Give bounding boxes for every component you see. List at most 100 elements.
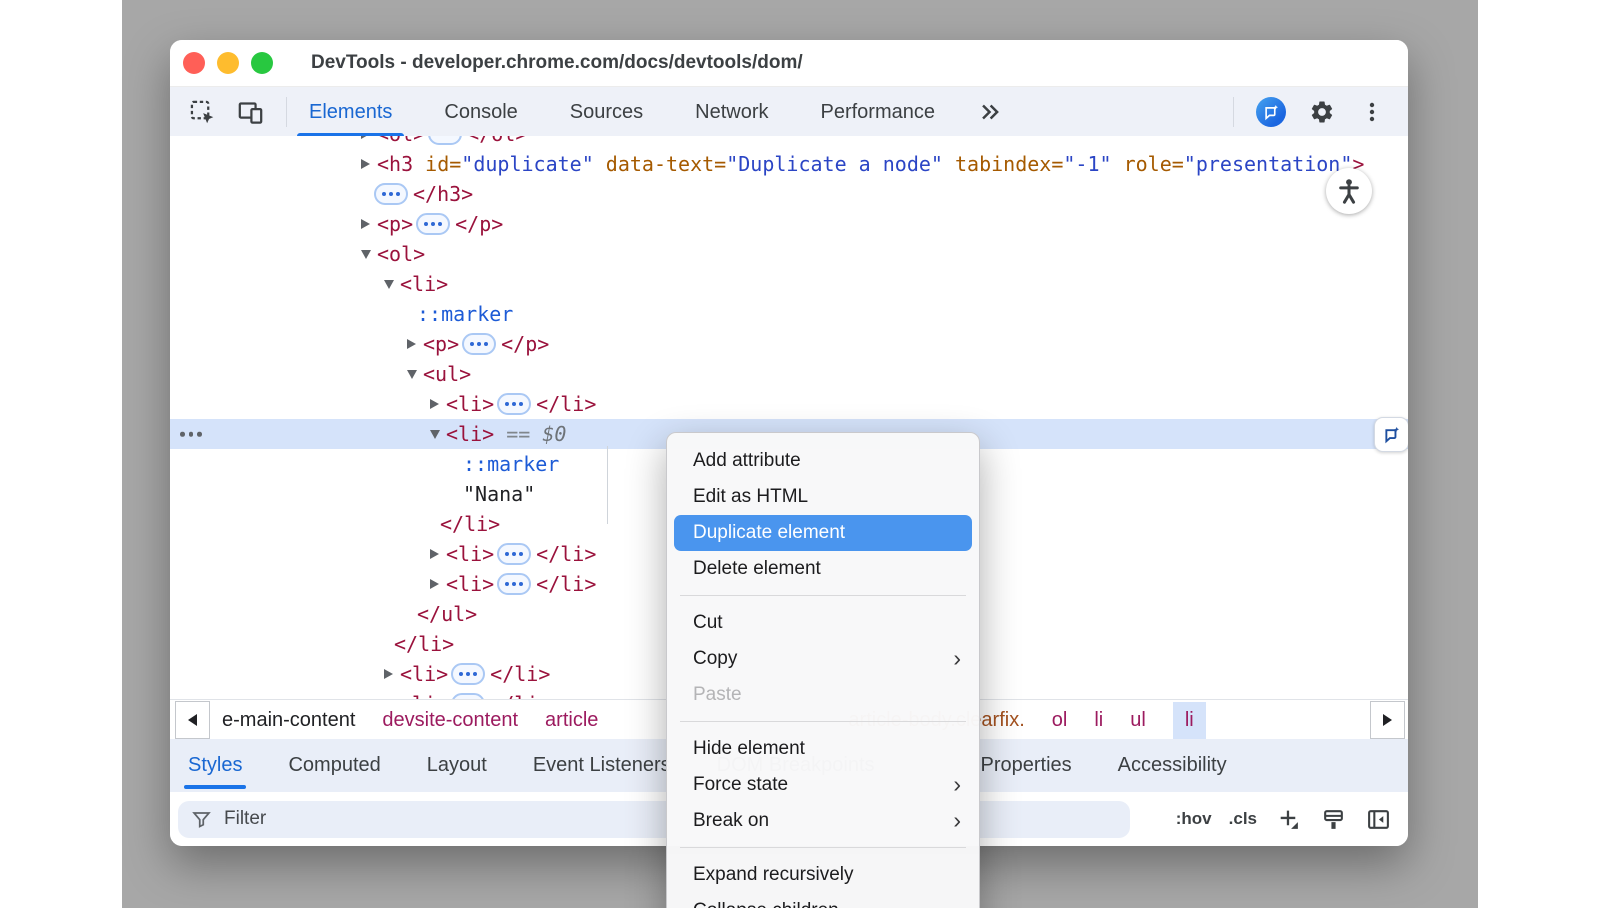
menu-item-label: Collapse children (693, 900, 839, 908)
panel-tab-properties[interactable]: Properties (981, 739, 1072, 792)
dom-tree-row[interactable]: <p></p> (170, 329, 1408, 359)
panel-tab-layout[interactable]: Layout (427, 739, 487, 792)
row-more-actions-dots-icon[interactable] (180, 432, 202, 437)
menu-item-label: Break on (693, 810, 769, 832)
menu-item-copy[interactable]: Copy› (667, 641, 979, 677)
inline-ellipsis-icon[interactable] (497, 393, 531, 415)
dom-tree-row[interactable]: <li> </li> (170, 389, 1408, 419)
menu-separator (680, 595, 966, 596)
expand-arrow-icon[interactable] (430, 399, 446, 409)
collapse-arrow-icon[interactable] (430, 430, 446, 439)
menu-item-force-state[interactable]: Force state› (667, 767, 979, 803)
collapse-arrow-icon[interactable] (384, 280, 400, 289)
tab-elements[interactable]: Elements (295, 87, 406, 137)
collapse-arrow-icon[interactable] (361, 250, 377, 259)
code-token-tag: </li> (490, 662, 550, 686)
dock-sidebar-icon[interactable] (1364, 805, 1392, 833)
tab-network[interactable]: Network (681, 87, 782, 137)
expand-arrow-icon[interactable] (361, 159, 377, 169)
tab-console[interactable]: Console (430, 87, 531, 137)
window-title: DevTools - developer.chrome.com/docs/dev… (311, 52, 803, 74)
breadcrumb-item[interactable]: ul (1130, 709, 1146, 732)
code-token-tag: <p> (423, 332, 459, 356)
accessibility-person-icon[interactable] (1326, 168, 1372, 214)
minimize-window-button[interactable] (217, 52, 239, 74)
zoom-window-button[interactable] (251, 52, 273, 74)
settings-gear-icon[interactable] (1308, 98, 1336, 126)
toolbar-divider (286, 97, 287, 127)
toggle-class-button[interactable]: .cls (1229, 809, 1257, 829)
dom-tree-row[interactable]: <h3 id="duplicate" data-text="Duplicate … (170, 149, 1408, 179)
expand-arrow-icon[interactable] (407, 339, 423, 349)
breadcrumb-scroll-right-button[interactable] (1370, 701, 1405, 739)
code-token-dollar: $0 (542, 422, 566, 446)
menu-item-add-attribute[interactable]: Add attribute (667, 443, 979, 479)
menu-item-edit-as-html[interactable]: Edit as HTML (667, 479, 979, 515)
breadcrumb-item[interactable]: ol (1052, 709, 1068, 732)
tab-performance[interactable]: Performance (807, 87, 950, 137)
inspect-element-icon[interactable] (188, 98, 216, 126)
inline-ellipsis-icon[interactable] (451, 663, 485, 685)
breadcrumb-item[interactable]: e-main-content (222, 709, 355, 732)
traffic-lights (183, 52, 285, 74)
menu-item-delete-element[interactable]: Delete element (667, 551, 979, 587)
inline-ellipsis-icon[interactable] (462, 333, 496, 355)
dom-tree-row[interactable]: <ul> (170, 359, 1408, 389)
inline-ellipsis-icon[interactable] (497, 543, 531, 565)
menu-item-hide-element[interactable]: Hide element (667, 731, 979, 767)
breadcrumb-scroll-left-button[interactable] (175, 701, 210, 739)
dom-tree-row[interactable]: <ol></ol> (170, 136, 1408, 149)
panel-tab-accessibility[interactable]: Accessibility (1118, 739, 1227, 792)
panel-tab-computed[interactable]: Computed (288, 739, 380, 792)
menu-item-label: Cut (693, 612, 723, 634)
dom-tree-row[interactable]: <ol> (170, 239, 1408, 269)
more-tabs-icon[interactable] (975, 98, 1003, 126)
inline-ellipsis-icon[interactable] (374, 183, 408, 205)
menu-item-break-on[interactable]: Break on› (667, 803, 979, 839)
code-token-val: "Duplicate a node" (726, 152, 943, 176)
close-window-button[interactable] (183, 52, 205, 74)
kebab-menu-icon[interactable] (1358, 98, 1386, 126)
dom-tree-row[interactable]: </h3> (170, 179, 1408, 209)
device-toolbar-icon[interactable] (236, 98, 264, 126)
collapse-arrow-icon[interactable] (407, 370, 423, 379)
dom-tree-row[interactable]: ::marker (170, 299, 1408, 329)
panel-tab-styles[interactable]: Styles (188, 739, 242, 792)
expand-arrow-icon[interactable] (430, 579, 446, 589)
breadcrumb-item-selected[interactable]: li (1173, 702, 1206, 739)
code-token-tag: <li> (446, 392, 494, 416)
screenshot-stage: DevTools - developer.chrome.com/docs/dev… (0, 0, 1600, 908)
styles-filter-field[interactable] (178, 801, 1130, 838)
inline-ellipsis-icon[interactable] (428, 136, 462, 145)
dom-tree-row[interactable]: <p></p> (170, 209, 1408, 239)
tab-sources[interactable]: Sources (556, 87, 657, 137)
new-style-rule-icon[interactable] (1274, 805, 1302, 833)
breadcrumb-item[interactable]: devsite-content (382, 709, 518, 732)
expand-arrow-icon[interactable] (384, 669, 400, 679)
breadcrumb-item[interactable]: article (545, 709, 598, 732)
menu-item-cut[interactable]: Cut (667, 605, 979, 641)
menu-item-collapse-children[interactable]: Collapse children (667, 893, 979, 908)
triangle-right-icon (1383, 714, 1392, 726)
code-token-tag: </li> (536, 392, 596, 416)
expand-arrow-icon[interactable] (361, 136, 377, 139)
rendering-brush-icon[interactable] (1319, 805, 1347, 833)
menu-item-duplicate-element[interactable]: Duplicate element (674, 515, 972, 551)
expand-arrow-icon[interactable] (361, 219, 377, 229)
menu-item-expand-recursively[interactable]: Expand recursively (667, 857, 979, 893)
inline-ellipsis-icon[interactable] (497, 573, 531, 595)
code-token-tag: </li> (490, 692, 550, 699)
ai-assistant-icon[interactable] (1256, 97, 1286, 127)
code-token-pseudo: ::marker (417, 302, 513, 326)
code-token-tag: </ul> (417, 602, 477, 626)
dom-tree-row[interactable]: <li> (170, 269, 1408, 299)
breadcrumb-item[interactable]: li (1094, 709, 1103, 732)
expand-arrow-icon[interactable] (430, 549, 446, 559)
menu-item-label: Delete element (693, 558, 821, 580)
toggle-hover-state-button[interactable]: :hov (1176, 809, 1212, 829)
inline-ellipsis-icon[interactable] (416, 213, 450, 235)
ask-ai-chip-button[interactable] (1374, 417, 1408, 452)
panel-tab-event-listeners[interactable]: Event Listeners (533, 739, 671, 792)
code-token-tag: </li> (440, 512, 500, 536)
code-token-attr: tabindex= (943, 152, 1063, 176)
